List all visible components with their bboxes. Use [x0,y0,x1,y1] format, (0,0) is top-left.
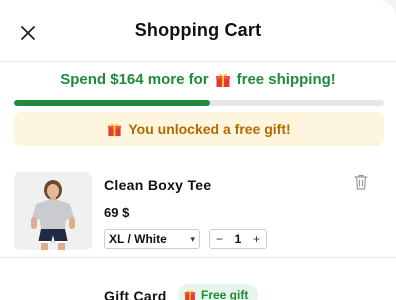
remove-item-button[interactable] [354,174,370,190]
gift-unlocked-banner: You unlocked a free gift! [14,112,384,146]
product-price: 69 $ [104,205,130,220]
gift-banner-text: You unlocked a free gift! [128,121,291,137]
shipping-progress-bar [14,100,384,106]
chevron-down-icon: ▾ [190,233,195,244]
decrement-button[interactable]: − [216,232,223,246]
page-title: Shopping Cart [134,20,262,40]
cart-item-gift: Gift Card Free gift [0,278,396,300]
cart-drawer: Shopping Cart Spend $164 more for free s… [0,0,396,300]
variant-value: XL / White [109,232,167,246]
shipping-message-suffix: free shipping! [236,71,336,88]
product-image[interactable] [14,172,92,250]
quantity-value[interactable]: 1 [235,232,242,246]
cart-item: Clean Boxy Tee 69 $ XL / White ▾ − 1 + [0,160,396,258]
gift-item-name: Gift Card [104,288,167,300]
increment-button[interactable]: + [253,232,260,246]
cart-header: Shopping Cart [0,0,396,62]
quantity-stepper: − 1 + [209,229,267,249]
variant-select[interactable]: XL / White ▾ [104,229,200,249]
gift-icon [108,123,122,136]
gift-icon [184,290,196,300]
free-gift-badge-label: Free gift [201,288,249,300]
product-name[interactable]: Clean Boxy Tee [104,177,211,193]
gift-icon [215,73,230,87]
trash-icon [354,174,368,190]
shipping-progress-fill [14,100,211,106]
free-shipping-message: Spend $164 more for free shipping! [0,71,396,88]
product-photo-illustration [14,172,92,250]
shipping-message-prefix: Spend $164 more for [60,71,209,88]
free-gift-badge: Free gift [178,284,259,300]
